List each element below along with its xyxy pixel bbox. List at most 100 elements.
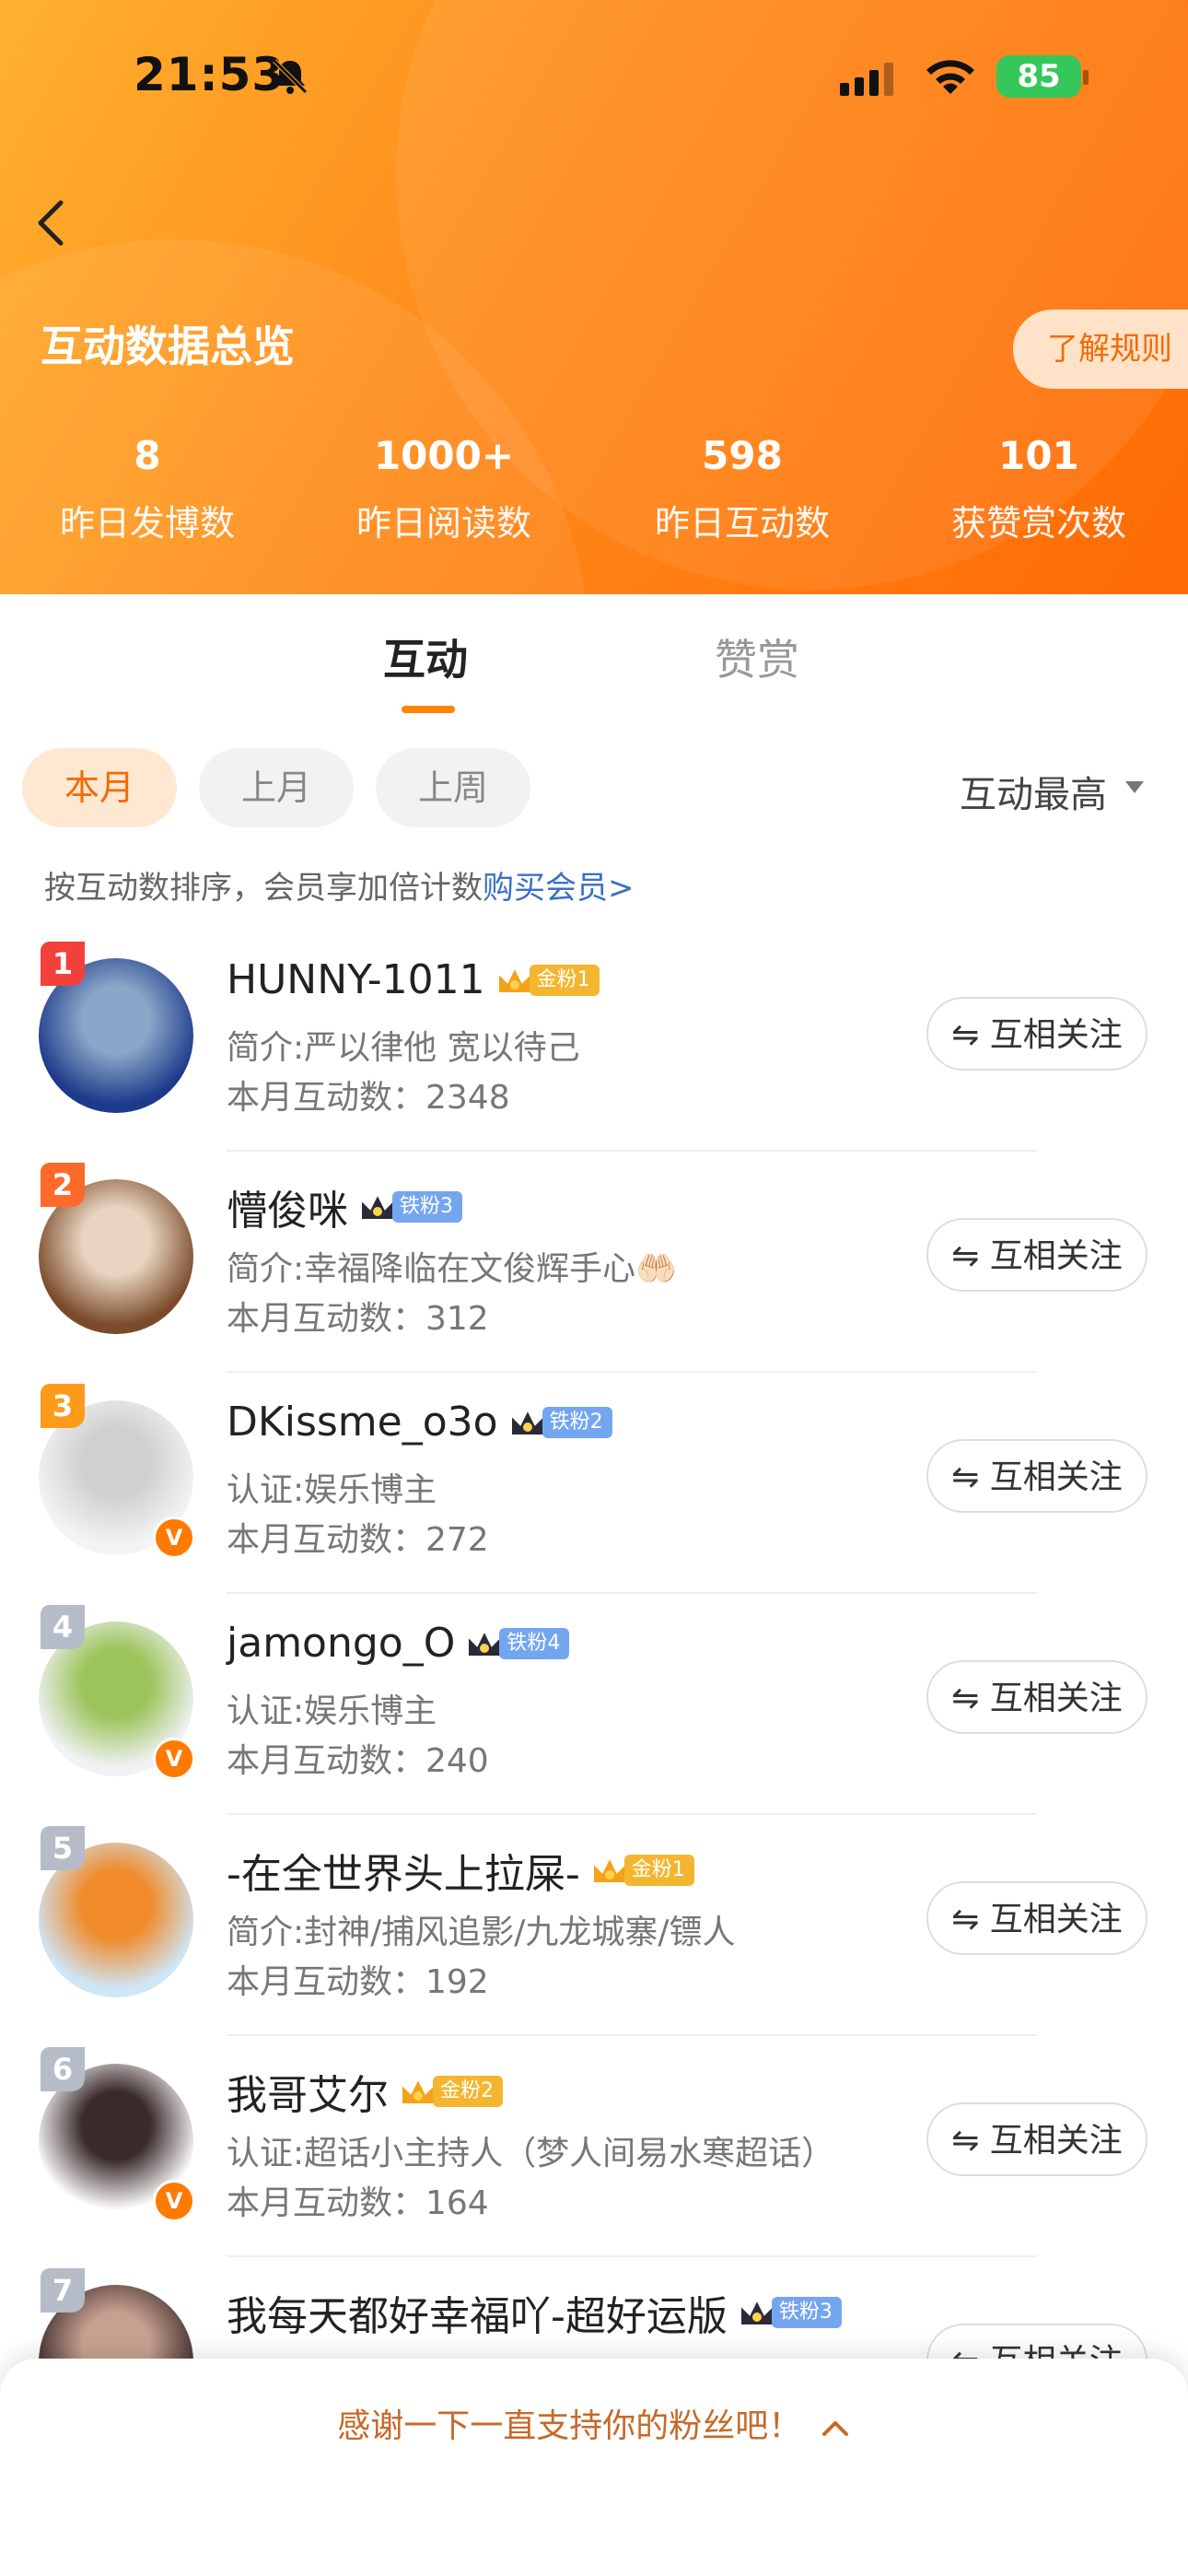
fan-level-badge: 金粉1 <box>495 962 600 999</box>
interaction-count: 本月互动数：164 <box>227 2184 489 2222</box>
rank-badge: 7 <box>41 2268 85 2313</box>
tab-interaction[interactable]: 互动 <box>383 626 468 687</box>
filter-bar: 本月 上月 上周 互动最高 <box>0 748 1188 827</box>
name-line: 我每天都好幸福吖-超好运版 铁粉3 <box>227 2283 842 2340</box>
dropdown-arrow-icon <box>1125 781 1144 793</box>
interaction-count: 本月互动数：240 <box>227 1742 489 1780</box>
rank-badge: 3 <box>41 1384 85 1428</box>
mutual-follow-button[interactable]: ⇋ 互相关注 <box>926 1660 1147 1734</box>
interaction-count: 本月互动数：192 <box>227 1963 489 2001</box>
user-bio: 简介:封神/捕风追影/九龙城寨/镖人 <box>227 1914 736 1951</box>
name-line: HUNNY-1011 金粉1 <box>227 956 600 1010</box>
name-line: 懵俊咪 铁粉3 <box>227 1177 462 1235</box>
user-name[interactable]: 懵俊咪 <box>227 1188 348 1235</box>
user-name[interactable]: jamongo_O <box>227 1620 455 1667</box>
rank-number: 3 <box>52 1388 74 1423</box>
rank-number: 1 <box>52 946 74 981</box>
fan-level-label: 铁粉3 <box>771 2297 842 2328</box>
user-name[interactable]: DKissme_o3o <box>227 1399 498 1446</box>
thank-fans-prompt[interactable]: 感谢一下一直支持你的粉丝吧！ <box>0 2399 1188 2447</box>
tab-rewards[interactable]: 赞赏 <box>715 626 799 687</box>
name-line: -在全世界头上拉屎- 金粉1 <box>227 1841 694 1898</box>
interaction-count: 本月互动数：2348 <box>227 1079 510 1117</box>
name-line: jamongo_O 铁粉4 <box>227 1620 570 1673</box>
rank-badge: 6 <box>41 2047 85 2091</box>
user-name[interactable]: 我每天都好幸福吖-超好运版 <box>227 2293 728 2340</box>
rank-badge: 2 <box>41 1163 85 1207</box>
fan-level-badge: 金粉1 <box>589 1852 694 1889</box>
list-item[interactable]: 5 -在全世界头上拉屎- 金粉1 简介:封神/捕风追影/九龙城寨/镖人 本月互动数：19… <box>0 1815 1188 2036</box>
stat-label: 昨日发博数 <box>59 503 235 544</box>
stat-reads: 1000+ 昨日阅读数 <box>315 433 573 545</box>
verified-badge-icon: V <box>153 2180 195 2222</box>
rules-button[interactable]: 了解规则 <box>1013 310 1188 389</box>
back-arrow-icon[interactable] <box>24 195 79 251</box>
sort-dropdown[interactable]: 互动最高 <box>960 765 1107 818</box>
rank-badge: 1 <box>41 942 85 986</box>
user-bio: 简介:严以律他 宽以待己 <box>227 1029 580 1067</box>
fan-level-label: 铁粉2 <box>542 1406 612 1438</box>
user-name[interactable]: -在全世界头上拉屎- <box>227 1851 580 1898</box>
user-name[interactable]: 我哥艾尔 <box>227 2072 389 2119</box>
filter-last-week[interactable]: 上周 <box>376 748 530 827</box>
status-time: 21:53 <box>134 48 285 101</box>
cellular-signal-icon <box>840 63 893 96</box>
list-item[interactable]: 2 懵俊咪 铁粉3 简介:幸福降临在文俊辉手心🤲🏻 本月互动数：312 ⇋ 互相关注 <box>0 1152 1188 1373</box>
stat-label: 昨日阅读数 <box>355 503 531 544</box>
mutual-follow-button[interactable]: ⇋ 互相关注 <box>926 997 1147 1071</box>
user-bio: 简介:幸福降临在文俊辉手心🤲🏻 <box>227 1250 677 1288</box>
mutual-follow-button[interactable]: ⇋ 互相关注 <box>926 1218 1147 1292</box>
fan-level-badge: 铁粉2 <box>507 1404 612 1441</box>
bottom-bar[interactable]: 感谢一下一直支持你的粉丝吧！ <box>0 2359 1188 2576</box>
name-line: 我哥艾尔 金粉2 <box>227 2062 503 2119</box>
hint-text: 按互动数排序，会员享加倍计数 <box>44 870 483 907</box>
bottom-bar-text: 感谢一下一直支持你的粉丝吧！ <box>337 2407 802 2445</box>
rank-number: 5 <box>52 1831 74 1866</box>
page-title: 互动数据总览 <box>41 322 295 371</box>
filter-this-month[interactable]: 本月 <box>22 748 177 827</box>
stat-value: 1000+ <box>373 433 515 478</box>
mutual-follow-button[interactable]: ⇋ 互相关注 <box>926 1439 1147 1513</box>
stat-value: 598 <box>702 433 783 478</box>
mutual-follow-button[interactable]: ⇋ 互相关注 <box>926 1881 1147 1955</box>
filter-last-month[interactable]: 上月 <box>199 748 354 827</box>
list-item[interactable]: 4 Vjamongo_O 铁粉4 认证:娱乐博主本月互动数：240 ⇋ 互相关注 <box>0 1594 1188 1815</box>
fan-level-label: 金粉1 <box>623 1855 694 1886</box>
chevron-up-icon <box>821 2421 848 2436</box>
user-bio: 认证:娱乐博主 <box>227 1471 437 1509</box>
rank-number: 2 <box>52 1167 74 1202</box>
fan-level-label: 铁粉4 <box>499 1627 570 1659</box>
stat-label: 获赞赏次数 <box>950 503 1126 544</box>
list-item[interactable]: 1 HUNNY-1011 金粉1 简介:严以律他 宽以待己 本月互动数：2348 ⇋ 互相… <box>0 931 1188 1152</box>
mutual-follow-button[interactable]: ⇋ 互相关注 <box>926 2102 1147 2176</box>
stat-interactions: 598 昨日互动数 <box>613 433 871 545</box>
battery-level: 85 <box>1017 58 1061 95</box>
rank-number: 7 <box>52 2273 74 2308</box>
rank-number: 4 <box>52 1610 74 1645</box>
fan-level-badge: 金粉2 <box>398 2073 503 2110</box>
battery-cap <box>1083 70 1089 85</box>
stat-rewards: 101 获赞赏次数 <box>910 433 1168 545</box>
wifi-icon <box>926 60 974 94</box>
verified-badge-icon: V <box>153 1516 195 1559</box>
interaction-count: 本月互动数：312 <box>227 1300 489 1338</box>
stat-label: 昨日互动数 <box>654 503 830 544</box>
list-item[interactable]: 6 V 我哥艾尔 金粉2 认证:超话小主持人（梦人间易水寒超话） 本月互动数：164 ⇋ 互… <box>0 2036 1188 2257</box>
user-bio: 认证:娱乐博主 <box>227 1692 437 1730</box>
buy-membership-link[interactable]: 购买会员> <box>483 870 635 907</box>
tab-indicator <box>402 706 455 713</box>
user-name[interactable]: HUNNY-1011 <box>227 956 485 1003</box>
fan-level-label: 铁粉3 <box>392 1191 462 1223</box>
battery-indicator: 85 <box>996 55 1081 98</box>
rank-number: 6 <box>52 2052 74 2087</box>
stat-value: 8 <box>134 433 161 478</box>
crown-icon <box>509 1407 545 1436</box>
list-item[interactable]: 3 V DKissme_o3o 铁粉2 认证:娱乐博主 本月互动数：272 ⇋ 互相关注 <box>0 1373 1188 1594</box>
name-line: DKissme_o3o 铁粉2 <box>227 1399 612 1452</box>
fan-level-label: 金粉2 <box>433 2076 503 2107</box>
user-bio: 认证:超话小主持人（梦人间易水寒超话） <box>227 2135 835 2172</box>
tab-bar: 互动 赞赏 <box>0 626 1188 737</box>
verified-badge-icon: V <box>153 1738 195 1780</box>
rank-badge: 4 <box>41 1605 85 1649</box>
fan-level-badge: 铁粉3 <box>737 2294 842 2331</box>
